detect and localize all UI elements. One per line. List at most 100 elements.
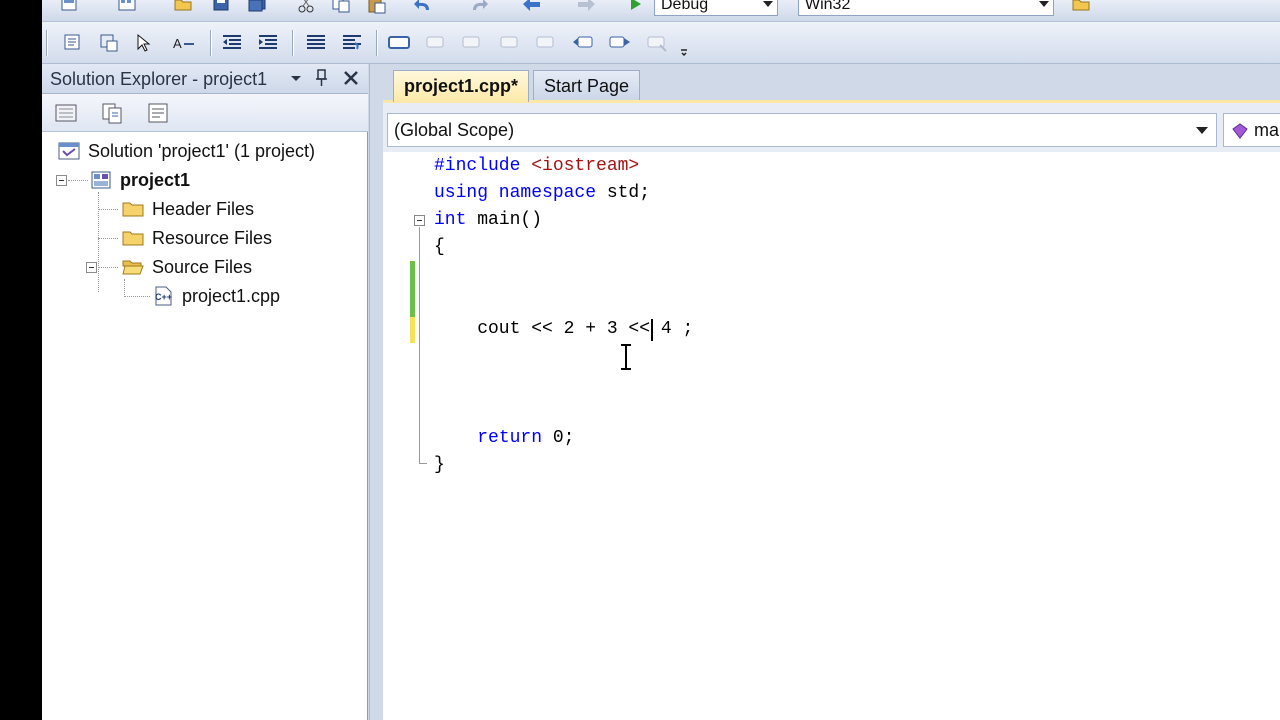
collapse-expander-icon[interactable] [86, 262, 97, 273]
toolbar-separator [376, 30, 377, 56]
properties-icon[interactable] [54, 102, 80, 126]
save-all-icon[interactable] [246, 0, 270, 18]
solution-platform-dropdown[interactable]: Win32 [798, 0, 1054, 16]
tab-start-page[interactable]: Start Page [533, 70, 641, 100]
keyword-token: #include [434, 156, 532, 176]
show-all-files-icon[interactable] [100, 102, 126, 126]
display-parameter-info-icon[interactable] [98, 31, 122, 55]
solution-icon [58, 142, 80, 160]
editor-gutter [383, 152, 431, 720]
previous-bookmark-in-folder-icon[interactable] [498, 31, 522, 55]
pin-icon[interactable] [314, 69, 330, 87]
tab-project1-cpp[interactable]: project1.cpp* [393, 70, 530, 102]
code-line[interactable]: } [434, 455, 445, 475]
undo-icon[interactable] [412, 0, 436, 18]
code-line[interactable]: #include <iostream> [434, 156, 639, 176]
member-dropdown[interactable]: ma [1223, 113, 1280, 147]
tree-item-label: project1.cpp [182, 285, 281, 306]
cpp-file-icon: C++ [155, 286, 172, 306]
tree-line [68, 180, 88, 181]
tree-line [124, 296, 150, 297]
solution-platform-value: Win32 [805, 0, 851, 13]
outline-line [419, 227, 420, 464]
code-token: cout << 2 + 3 << 4 ; [434, 319, 694, 339]
tree-line [98, 209, 118, 210]
outline-line-end [419, 463, 427, 464]
code-token: main() [477, 210, 543, 230]
uncomment-lines-icon[interactable] [340, 31, 364, 55]
tree-line [98, 267, 118, 268]
window-position-icon[interactable] [288, 70, 304, 86]
folder-icon [122, 202, 144, 217]
code-line[interactable]: int main() [434, 210, 542, 230]
next-bookmark-icon[interactable] [460, 31, 484, 55]
solution-configuration-dropdown[interactable]: Debug [654, 0, 778, 16]
navigate-backward-icon[interactable] [520, 0, 544, 18]
code-line[interactable]: return 0; [434, 428, 574, 448]
scope-value: (Global Scope) [394, 120, 515, 140]
next-bookmark-in-folder-icon[interactable] [534, 31, 558, 55]
toolbar-options-chevron-icon[interactable] [678, 36, 690, 60]
toolbar-separator [292, 30, 293, 56]
keyword-token: return [477, 428, 553, 448]
code-token: 0; [552, 428, 575, 448]
save-icon[interactable] [210, 0, 234, 18]
close-icon[interactable] [342, 69, 360, 87]
view-class-diagram-icon[interactable] [146, 102, 172, 126]
code-line[interactable]: using namespace std; [434, 183, 650, 203]
scope-dropdown[interactable]: (Global Scope) [387, 113, 1217, 147]
chevron-down-icon [1039, 1, 1049, 7]
outline-collapse-icon[interactable] [414, 215, 425, 226]
toolbar-separator [210, 30, 211, 56]
code-token: { [434, 237, 445, 257]
open-file-icon[interactable] [172, 0, 196, 18]
tree-item-project1-cpp[interactable]: C++ project1.cpp [152, 283, 280, 309]
display-object-member-list-icon[interactable] [62, 31, 86, 55]
tree-item-header-files[interactable]: Header Files [122, 196, 254, 222]
tree-line [98, 238, 118, 239]
navigate-forward-icon[interactable] [574, 0, 598, 18]
document-tab-strip: project1.cpp* Start Page [383, 64, 1280, 102]
display-quick-info-icon[interactable] [134, 31, 158, 55]
string-token: <iostream> [531, 156, 640, 176]
previous-bookmark-in-document-icon[interactable] [572, 31, 596, 55]
solution-explorer-toolbar [42, 94, 368, 132]
code-line[interactable]: cout << 2 + 3 << 4 ; [434, 319, 693, 339]
tree-item-resource-files[interactable]: Resource Files [122, 225, 272, 251]
redo-icon[interactable] [468, 0, 492, 18]
svg-text:A: A [173, 36, 182, 51]
add-item-icon[interactable] [116, 0, 140, 18]
paste-icon[interactable] [366, 0, 390, 18]
text-cursor-icon [621, 344, 631, 370]
find-in-files-icon[interactable] [1070, 0, 1094, 18]
panel-splitter[interactable] [369, 64, 383, 720]
previous-bookmark-icon[interactable] [424, 31, 448, 55]
cut-icon[interactable] [294, 0, 318, 18]
tree-item-source-files[interactable]: Source Files [122, 254, 252, 280]
member-value: ma [1254, 120, 1280, 140]
code-editor[interactable]: #include <iostream> using namespace std;… [383, 152, 1280, 720]
decrease-indent-icon[interactable] [220, 31, 244, 55]
display-word-completion-icon[interactable]: A [172, 31, 196, 55]
solution-explorer-panel: Solution Explorer - project1 Solution 'p… [42, 64, 368, 720]
tree-item-solution[interactable]: Solution 'project1' (1 project) [58, 138, 315, 164]
comment-out-lines-icon[interactable] [304, 31, 328, 55]
folder-icon [122, 231, 144, 246]
increase-indent-icon[interactable] [256, 31, 280, 55]
tree-item-label: project1 [120, 169, 191, 190]
open-folder-icon [122, 260, 144, 275]
left-screen-edge [0, 0, 42, 720]
new-project-icon[interactable] [58, 0, 82, 18]
tree-item-project[interactable]: project1 [90, 167, 190, 193]
tab-label: Start Page [544, 76, 630, 96]
toggle-bookmark-icon[interactable] [388, 31, 412, 55]
start-debugging-icon[interactable] [624, 0, 648, 18]
clear-bookmarks-icon[interactable] [646, 31, 670, 55]
next-bookmark-in-document-icon[interactable] [608, 31, 632, 55]
code-line[interactable]: { [434, 237, 445, 257]
keyword-token: int [434, 210, 478, 230]
copy-icon[interactable] [330, 0, 354, 18]
tree-item-label: Solution 'project1' (1 project) [88, 140, 315, 161]
collapse-expander-icon[interactable] [56, 175, 67, 186]
